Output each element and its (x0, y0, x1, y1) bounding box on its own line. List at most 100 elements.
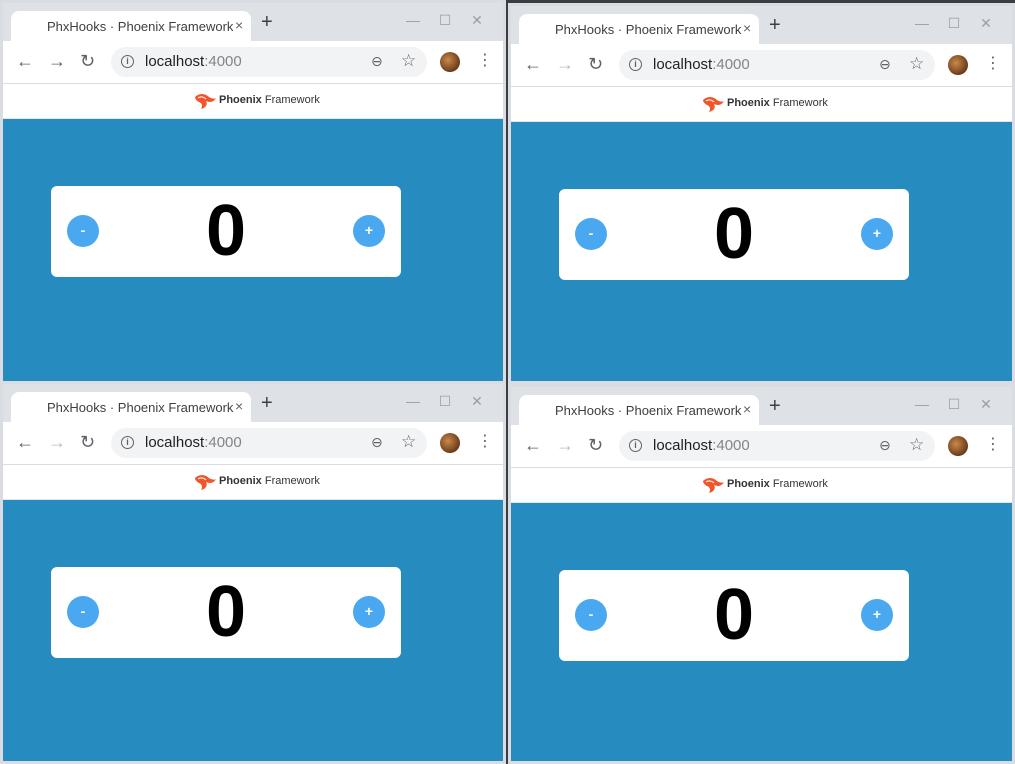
logo-bold: Phoenix (219, 94, 262, 106)
kebab-menu-icon[interactable]: ⋮ (985, 436, 1001, 454)
avatar[interactable] (440, 52, 460, 72)
minimize-icon[interactable]: — (906, 395, 938, 413)
new-tab-button[interactable]: + (769, 396, 781, 416)
zoom-out-icon[interactable]: ⊖ (371, 53, 383, 70)
forward-icon[interactable]: → (48, 52, 66, 70)
reload-icon[interactable]: ↻ (588, 55, 603, 73)
browser-tab[interactable]: PhxHooks · Phoenix Framework × (519, 395, 759, 425)
new-tab-button[interactable]: + (261, 393, 273, 413)
increment-button[interactable]: + (861, 218, 893, 250)
kebab-menu-icon[interactable]: ⋮ (477, 433, 493, 451)
counter-value: 0 (205, 191, 247, 271)
browser-toolbar: ← → ↻ i localhost:4000 ⊖ ☆ ⋮ (511, 44, 1012, 87)
browser-tab[interactable]: PhxHooks · Phoenix Framework × (11, 11, 251, 41)
maximize-icon[interactable]: ☐ (938, 14, 970, 32)
info-icon[interactable]: i (629, 439, 642, 452)
zoom-out-icon[interactable]: ⊖ (879, 437, 891, 454)
address-bar[interactable]: i localhost:4000 ⊖ ☆ (619, 431, 935, 461)
counter-value: 0 (713, 194, 755, 274)
address-bar[interactable]: i localhost:4000 ⊖ ☆ (111, 428, 427, 458)
decrement-button[interactable]: - (67, 215, 99, 247)
info-icon[interactable]: i (121, 436, 134, 449)
url-text[interactable]: localhost:4000 (653, 56, 750, 73)
maximize-icon[interactable]: ☐ (938, 395, 970, 413)
close-tab-icon[interactable]: × (235, 17, 243, 33)
address-bar[interactable]: i localhost:4000 ⊖ ☆ (111, 47, 427, 77)
reload-icon[interactable]: ↻ (80, 52, 95, 70)
phoenix-header: Phoenix Framework (511, 87, 1012, 122)
maximize-icon[interactable]: ☐ (429, 392, 461, 410)
reload-icon[interactable]: ↻ (80, 433, 95, 451)
new-tab-button[interactable]: + (769, 15, 781, 35)
minimize-icon[interactable]: — (397, 11, 429, 29)
tab-title: PhxHooks · Phoenix Framework (47, 400, 234, 415)
close-window-icon[interactable]: ✕ (461, 392, 493, 410)
logo-text: Phoenix Framework (219, 475, 320, 487)
new-tab-button[interactable]: + (261, 12, 273, 32)
info-icon[interactable]: i (121, 55, 134, 68)
info-icon[interactable]: i (629, 58, 642, 71)
logo-bold: Phoenix (727, 97, 770, 109)
logo-light: Framework (261, 475, 320, 487)
kebab-menu-icon[interactable]: ⋮ (985, 55, 1001, 73)
star-icon[interactable]: ☆ (909, 54, 924, 74)
url-text[interactable]: localhost:4000 (145, 53, 242, 70)
back-icon[interactable]: ← (524, 55, 542, 73)
increment-button[interactable]: + (861, 599, 893, 631)
back-icon[interactable]: ← (16, 433, 34, 451)
increment-button[interactable]: + (353, 215, 385, 247)
logo-light: Framework (769, 478, 828, 490)
decrement-button[interactable]: - (67, 596, 99, 628)
back-icon[interactable]: ← (16, 52, 34, 70)
close-window-icon[interactable]: ✕ (970, 395, 1002, 413)
star-icon[interactable]: ☆ (401, 432, 416, 452)
browser-toolbar: ← → ↻ i localhost:4000 ⊖ ☆ ⋮ (3, 422, 503, 465)
close-tab-icon[interactable]: × (743, 20, 751, 36)
browser-tab[interactable]: PhxHooks · Phoenix Framework × (519, 14, 759, 44)
url-port: :4000 (204, 434, 242, 451)
browser-window: PhxHooks · Phoenix Framework × + — ☐ ✕ ← →… (0, 0, 506, 385)
avatar[interactable] (440, 433, 460, 453)
increment-button[interactable]: + (353, 596, 385, 628)
zoom-out-icon[interactable]: ⊖ (879, 56, 891, 73)
url-text[interactable]: localhost:4000 (145, 434, 242, 451)
back-icon[interactable]: ← (524, 436, 542, 454)
close-window-icon[interactable]: ✕ (461, 11, 493, 29)
phoenix-header: Phoenix Framework (3, 465, 503, 500)
avatar[interactable] (948, 436, 968, 456)
decrement-button[interactable]: - (575, 599, 607, 631)
phoenix-bird-icon (195, 94, 216, 109)
tab-title: PhxHooks · Phoenix Framework (47, 19, 234, 34)
tab-title: PhxHooks · Phoenix Framework (555, 22, 742, 37)
url-text[interactable]: localhost:4000 (653, 437, 750, 454)
url-host: localhost (653, 56, 713, 73)
reload-icon[interactable]: ↻ (588, 436, 603, 454)
browser-window: PhxHooks · Phoenix Framework × + — ☐ ✕ ← →… (0, 381, 506, 764)
tab-strip: PhxHooks · Phoenix Framework × + — ☐ ✕ (3, 384, 503, 422)
browser-tab[interactable]: PhxHooks · Phoenix Framework × (11, 392, 251, 422)
minimize-icon[interactable]: — (397, 392, 429, 410)
counter-value: 0 (713, 575, 755, 655)
browser-window: PhxHooks · Phoenix Framework × + — ☐ ✕ ← →… (508, 384, 1015, 764)
url-host: localhost (145, 434, 205, 451)
close-tab-icon[interactable]: × (235, 398, 243, 414)
maximize-icon[interactable]: ☐ (429, 11, 461, 29)
decrement-button[interactable]: - (575, 218, 607, 250)
content-area: - 0 + (511, 122, 1012, 381)
avatar[interactable] (948, 55, 968, 75)
star-icon[interactable]: ☆ (401, 51, 416, 71)
close-tab-icon[interactable]: × (743, 401, 751, 417)
address-bar[interactable]: i localhost:4000 ⊖ ☆ (619, 50, 935, 80)
minimize-icon[interactable]: — (906, 14, 938, 32)
close-window-icon[interactable]: ✕ (970, 14, 1002, 32)
forward-icon[interactable]: → (48, 433, 66, 451)
url-host: localhost (145, 53, 205, 70)
star-icon[interactable]: ☆ (909, 435, 924, 455)
forward-icon[interactable]: → (556, 55, 574, 73)
window-controls: — ☐ ✕ (906, 395, 1002, 413)
kebab-menu-icon[interactable]: ⋮ (477, 52, 493, 70)
url-port: :4000 (712, 437, 750, 454)
forward-icon[interactable]: → (556, 436, 574, 454)
counter-value: 0 (205, 572, 247, 652)
zoom-out-icon[interactable]: ⊖ (371, 434, 383, 451)
